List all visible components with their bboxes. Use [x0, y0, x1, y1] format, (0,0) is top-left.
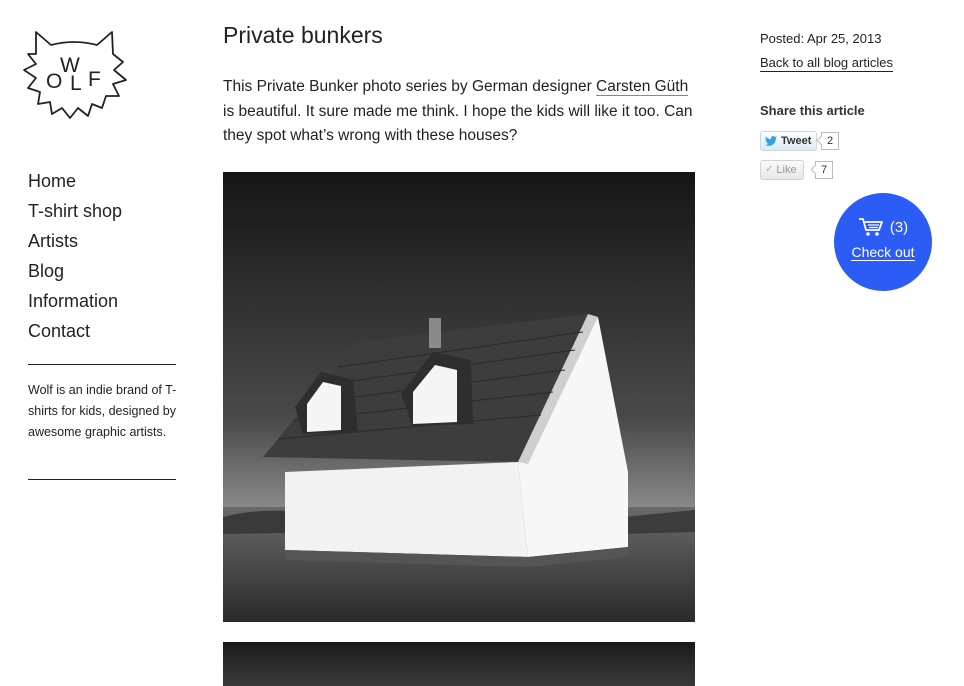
intro-text-start: This Private Bunker photo series by Germ… [223, 78, 597, 95]
checkmark-icon: ✓ [765, 164, 774, 175]
tweet-button[interactable]: Tweet [760, 131, 818, 151]
bunker-house-photo [223, 172, 695, 622]
cart-count: (3) [889, 218, 909, 236]
intro-text-end: is beautiful. It sure made me think. I h… [223, 102, 693, 145]
share-heading: Share this article [760, 103, 865, 118]
nav-item-information[interactable]: Information [28, 286, 122, 316]
twitter-bird-icon [764, 135, 778, 146]
designer-link[interactable]: Carsten Güth [596, 78, 689, 96]
brand-blurb: Wolf is an indie brand of T-shirts for k… [28, 383, 177, 439]
article-intro: This Private Bunker photo series by Germ… [223, 75, 695, 149]
wolf-logo-graphic: W O L F [23, 31, 127, 119]
logo-letter-f: F [88, 68, 101, 91]
cart-checkout-button[interactable]: (3) Check out [834, 193, 932, 291]
sidebar-divider-top [28, 364, 176, 365]
like-count: 7 [815, 161, 833, 179]
cart-summary: (3) [834, 217, 932, 237]
nav-item-home[interactable]: Home [28, 166, 122, 196]
post-date: Posted: Apr 25, 2013 [760, 31, 882, 46]
shopping-cart-icon [858, 218, 883, 236]
sidebar-divider-bottom [28, 479, 176, 480]
tweet-count: 2 [821, 132, 839, 150]
back-to-blog-link[interactable]: Back to all blog articles [760, 55, 893, 72]
nav-item-artists[interactable]: Artists [28, 226, 122, 256]
article-title: Private bunkers [223, 22, 383, 48]
nav-item-tshirt-shop[interactable]: T-shirt shop [28, 196, 122, 226]
logo-letter-o: O [46, 70, 62, 93]
nav-item-blog[interactable]: Blog [28, 256, 122, 286]
wolf-logo[interactable]: W O L F [20, 26, 128, 120]
checkout-link[interactable]: Check out [834, 244, 932, 261]
like-button[interactable]: ✓ Like [760, 160, 804, 180]
checkout-label: Check out [851, 244, 915, 261]
logo-letter-l: L [70, 72, 82, 95]
main-nav: Home T-shirt shop Artists Blog Informati… [28, 166, 122, 346]
like-label: Like [776, 164, 797, 176]
tweet-label: Tweet [781, 135, 812, 147]
second-bunker-photo [223, 642, 695, 686]
nav-item-contact[interactable]: Contact [28, 316, 122, 346]
